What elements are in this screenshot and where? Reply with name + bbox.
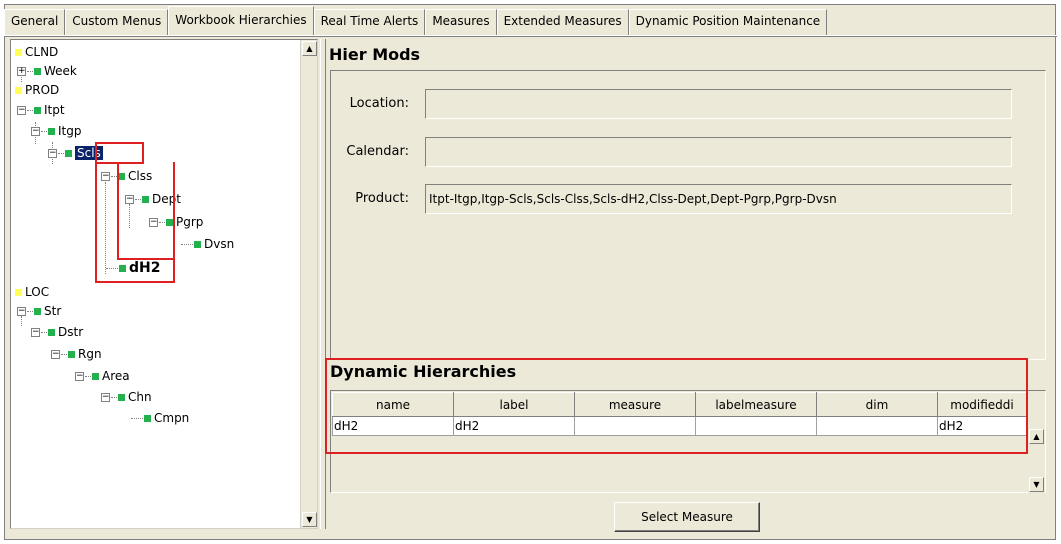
scroll-down-icon[interactable]: ▼ [302,512,317,527]
collapse-icon[interactable]: − [17,306,26,316]
tree-node-week[interactable]: + Week [17,62,77,80]
dimension-icon [15,86,22,94]
tree-node-loc[interactable]: LOC [15,283,49,301]
tree-node-clnd[interactable]: CLND [15,43,58,61]
level-icon [92,372,99,380]
level-icon [34,67,41,75]
panel-splitter[interactable] [320,39,326,529]
level-icon [65,149,72,157]
expand-icon[interactable]: + [17,66,26,76]
scroll-up-icon[interactable]: ▲ [302,41,317,56]
tree-node-dstr[interactable]: − Dstr [31,323,83,341]
calendar-field[interactable] [425,137,1012,167]
level-icon [144,414,151,422]
scroll-down-icon[interactable]: ▼ [1029,477,1044,492]
hier-mods-title: Hier Mods [329,45,421,64]
level-icon [68,350,75,358]
tab-workbook-hierarchies[interactable]: Workbook Hierarchies [168,6,314,35]
tab-divider [4,35,1057,37]
level-icon [34,307,41,315]
tab-general[interactable]: General [4,9,66,35]
collapse-icon[interactable]: − [75,371,84,381]
location-label: Location: [349,96,409,111]
highlight-box-dynamic-hierarchies [325,358,1028,454]
tree-scrollbar[interactable]: ▲ ▼ [300,40,317,528]
highlight-box-dh2 [95,162,175,283]
highlight-line [117,164,119,260]
tab-bar: General Custom Menus Workbook Hierarchie… [4,6,828,35]
tab-custom-menus[interactable]: Custom Menus [65,9,169,35]
calendar-label: Calendar: [346,144,409,159]
collapse-icon[interactable]: − [31,327,40,337]
tab-real-time-alerts[interactable]: Real Time Alerts [313,9,426,35]
collapse-icon[interactable]: − [17,105,26,115]
highlight-box-scls [95,142,144,164]
product-field[interactable]: Itpt-Itgp,Itgp-Scls,Scls-Clss,Scls-dH2,C… [425,184,1012,214]
tree-node-area[interactable]: − Area [75,367,130,385]
level-icon [48,328,55,336]
highlight-line [117,258,175,260]
level-icon [194,240,201,248]
tab-extended-measures[interactable]: Extended Measures [496,9,629,35]
collapse-icon[interactable]: − [51,349,60,359]
product-label: Product: [355,191,409,206]
level-icon [34,106,41,114]
dimension-icon [15,288,22,296]
tree-node-dvsn[interactable]: Dvsn [181,235,234,253]
grid-scrollbar[interactable]: ▲ ▼ [1028,415,1045,493]
select-measure-button[interactable]: Select Measure [614,502,760,532]
scroll-up-icon[interactable]: ▲ [1029,429,1044,444]
tree-node-rgn[interactable]: − Rgn [51,345,102,363]
location-field[interactable] [425,89,1012,119]
tree-node-chn[interactable]: − Chn [101,388,152,406]
tree-node-itgp[interactable]: − Itgp [31,122,81,140]
level-icon [48,127,55,135]
tree-node-itpt[interactable]: − Itpt [17,101,65,119]
dimension-icon [15,48,22,56]
collapse-icon[interactable]: − [101,392,110,402]
tab-measures[interactable]: Measures [425,9,497,35]
level-icon [118,393,125,401]
collapse-icon[interactable]: − [48,148,57,158]
tree-node-cmpn[interactable]: Cmpn [131,409,189,427]
hierarchy-tree[interactable]: CLND + Week PROD − Itpt − Itgp − Scls − Clss … [10,39,318,529]
tab-dynamic-position-maintenance[interactable]: Dynamic Position Maintenance [628,9,828,35]
tree-node-str[interactable]: − Str [17,302,61,320]
collapse-icon[interactable]: − [31,126,40,136]
tree-node-prod[interactable]: PROD [15,81,59,99]
